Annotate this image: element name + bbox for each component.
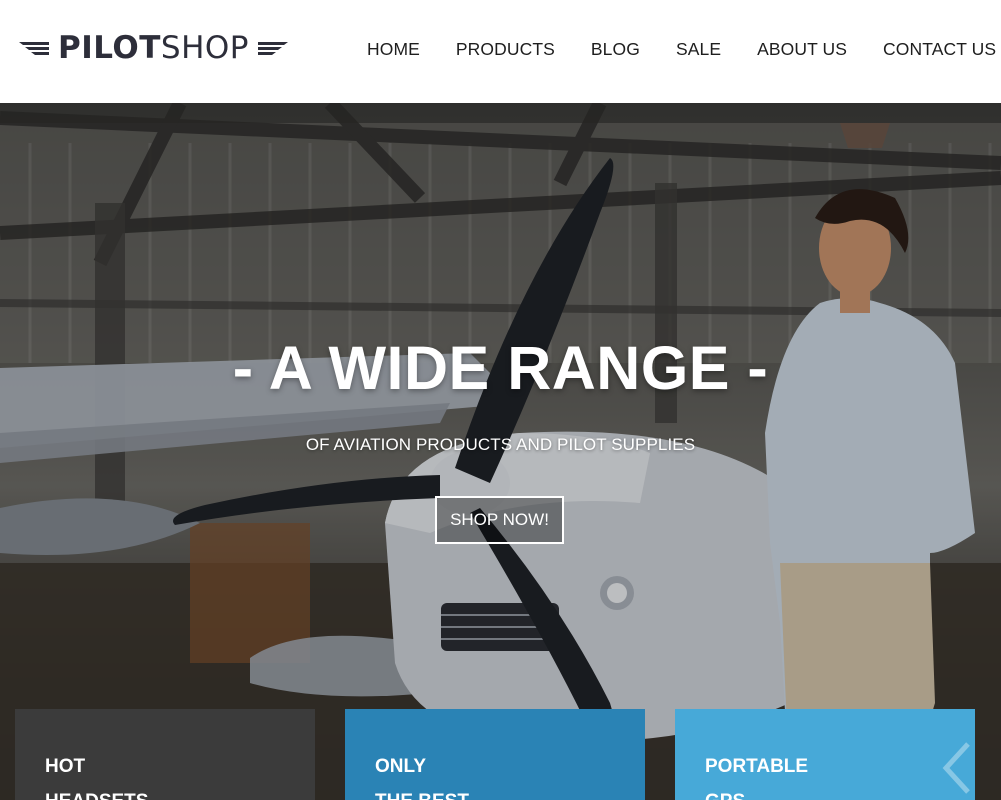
logo[interactable]: PILOTSHOP [19, 31, 288, 65]
tile-hot-headsets[interactable]: HOT HEADSETS [15, 709, 315, 800]
logo-bold: PILOT [58, 30, 161, 66]
tile-line2: HEADSETS [45, 791, 148, 800]
tile-portable-gps[interactable]: PORTABLE GPS [675, 709, 975, 800]
tile-line1: HOT [45, 756, 86, 777]
chevron-right-icon[interactable] [940, 740, 980, 796]
nav-about-us[interactable]: ABOUT US [757, 38, 847, 60]
hero-subtitle: OF AVIATION PRODUCTS AND PILOT SUPPLIES [305, 435, 696, 454]
logo-light: SHOP [160, 30, 249, 66]
nav-products[interactable]: PRODUCTS [456, 38, 555, 60]
site-header: PILOTSHOP HOME PRODUCTS BLOG SALE ABOUT … [0, 0, 1001, 103]
nav-contact-us[interactable]: CONTACT US [883, 38, 996, 60]
main-nav: HOME PRODUCTS BLOG SALE ABOUT US CONTACT… [367, 38, 996, 60]
tile-line1: PORTABLE [705, 756, 809, 777]
tile-only-the-best[interactable]: ONLY THE BEST [345, 709, 645, 800]
wing-right-icon [258, 42, 288, 55]
nav-sale[interactable]: SALE [676, 38, 721, 60]
tile-line2: THE BEST [375, 791, 469, 800]
hero-title: - A WIDE RANGE - [232, 334, 769, 402]
nav-blog[interactable]: BLOG [591, 38, 640, 60]
hero-banner: - A WIDE RANGE - OF AVIATION PRODUCTS AN… [0, 103, 1001, 800]
shop-now-button[interactable]: SHOP NOW! [435, 496, 564, 544]
tile-line2: GPS [705, 791, 745, 800]
logo-text: PILOTSHOP [58, 31, 249, 65]
wing-left-icon [19, 42, 49, 55]
nav-home[interactable]: HOME [367, 38, 420, 60]
tile-line1: ONLY [375, 756, 427, 777]
